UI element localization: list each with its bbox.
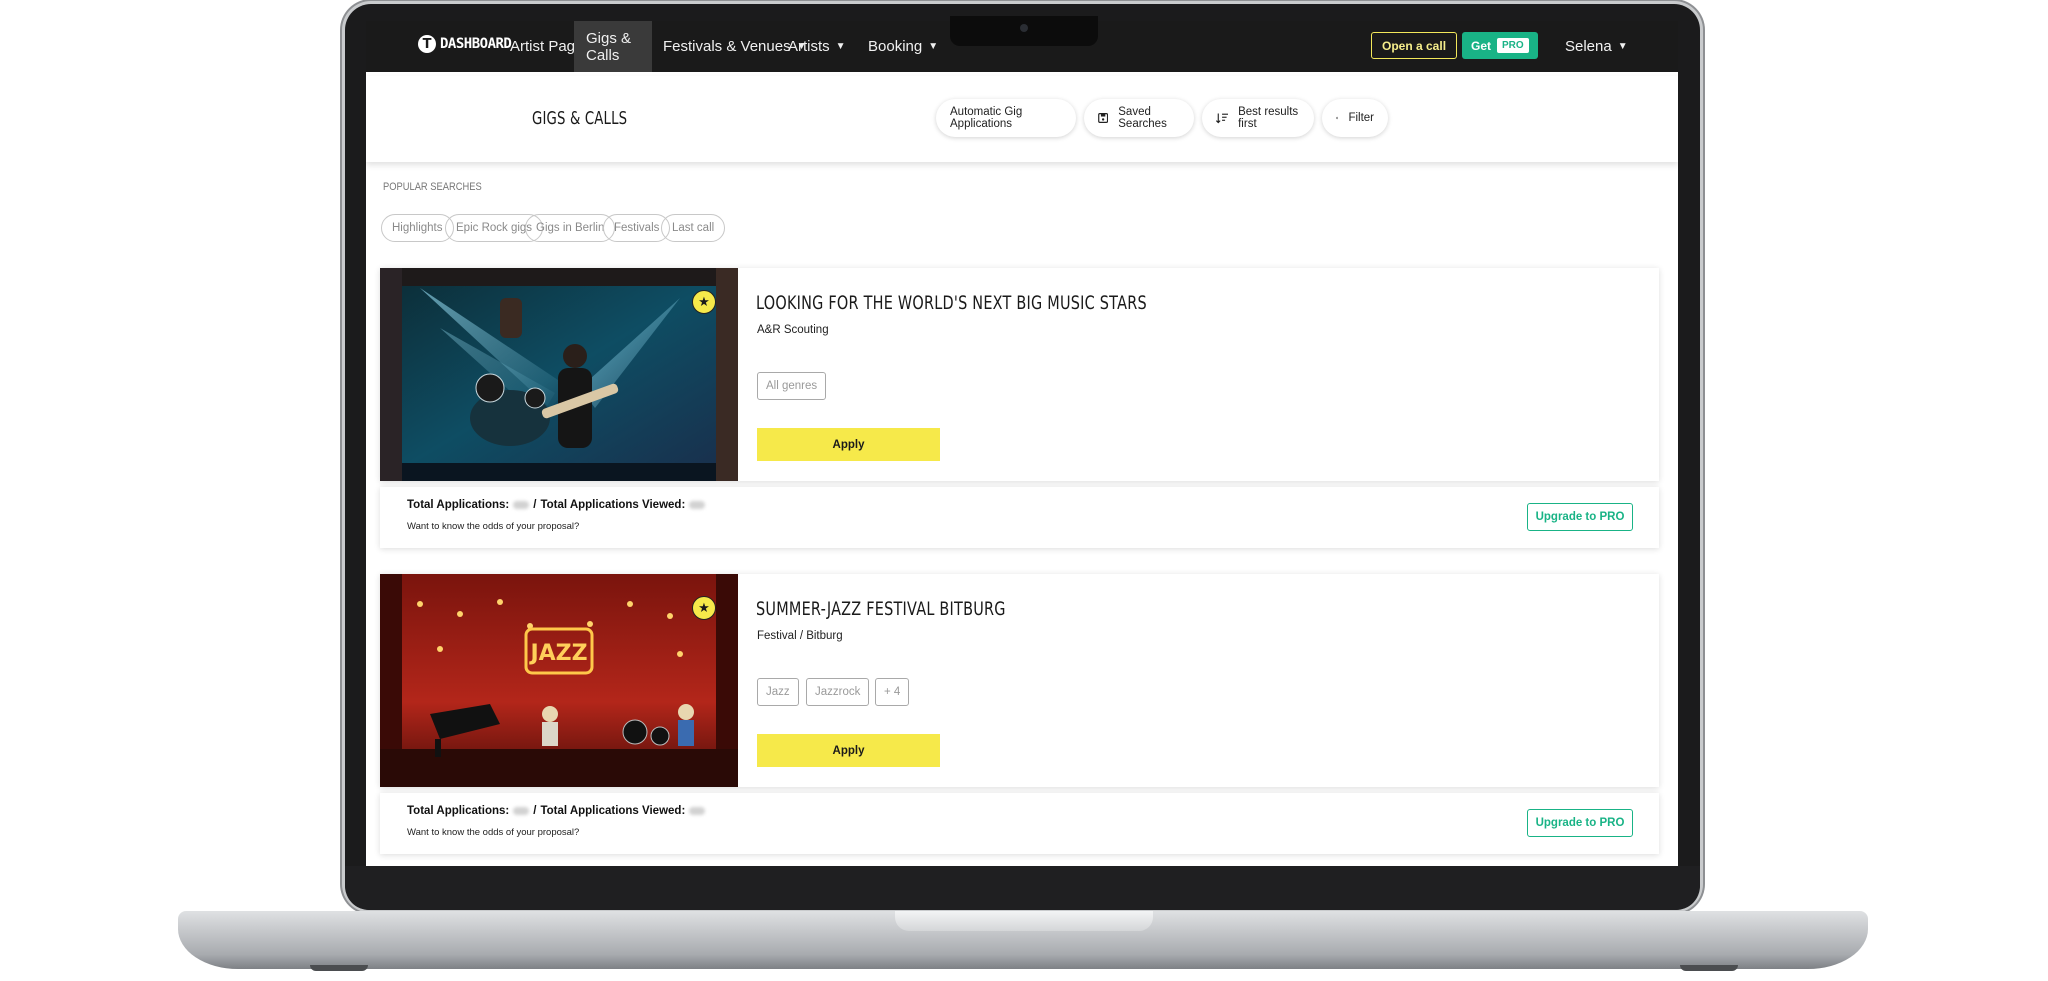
- page-header: GIGS & CALLS Automatic Gig Applications …: [366, 76, 1678, 162]
- stats-separator: /: [533, 805, 537, 817]
- gig-title[interactable]: SUMMER-JAZZ FESTIVAL BITBURG: [756, 598, 1006, 620]
- gig-title[interactable]: LOOKING FOR THE WORLD'S NEXT BIG MUSIC S…: [756, 292, 1147, 314]
- open-call-button[interactable]: Open a call: [1371, 32, 1458, 59]
- genre-tag: Jazz: [757, 678, 799, 706]
- page-title: GIGS & CALLS: [532, 108, 628, 129]
- star-icon[interactable]: ★: [692, 596, 716, 620]
- automatic-gig-applications-button[interactable]: Automatic Gig Applications: [936, 99, 1076, 137]
- stats-line: Total Applications: / Total Applications…: [407, 499, 706, 511]
- hidden-count: [513, 807, 530, 815]
- gig-image-rock: ★: [380, 268, 738, 481]
- laptop-lid-bezel: [345, 866, 1700, 910]
- rock-concert-image: [380, 268, 738, 481]
- chip-last-call[interactable]: Last call: [661, 214, 726, 242]
- gig-card[interactable]: JAZZ ★ SUMMER-JAZZ FESTIVAL BITBURG Fest…: [380, 574, 1659, 787]
- laptop-foot-left: [310, 965, 368, 971]
- odds-prompt: Want to know the odds of your proposal?: [407, 827, 580, 838]
- chip-highlights[interactable]: Highlights: [381, 214, 454, 242]
- saved-searches-button[interactable]: Saved Searches: [1084, 99, 1194, 137]
- camera-notch: [950, 16, 1098, 46]
- button-label: Saved Searches: [1118, 106, 1167, 130]
- stats-line: Total Applications: / Total Applications…: [407, 805, 706, 817]
- apply-button[interactable]: Apply: [757, 428, 940, 461]
- nav-artists[interactable]: Artists ▼: [776, 21, 858, 72]
- logo-icon: T: [418, 35, 436, 53]
- nav-booking[interactable]: Booking ▼: [856, 21, 950, 72]
- total-applications-label: Total Applications:: [407, 499, 510, 511]
- more-genres-tag[interactable]: + 4: [875, 678, 910, 706]
- upgrade-to-pro-button[interactable]: Upgrade to PRO: [1527, 809, 1633, 837]
- button-label: Best results first: [1238, 106, 1299, 130]
- nav-gigs-calls[interactable]: Gigs & Calls: [574, 21, 652, 72]
- total-viewed-label: Total Applications Viewed:: [540, 499, 686, 511]
- gig-subtitle: A&R Scouting: [757, 324, 829, 336]
- filter-button[interactable]: Filter: [1322, 99, 1388, 137]
- get-pro-button[interactable]: Get PRO: [1462, 32, 1538, 59]
- hidden-count: [689, 501, 706, 509]
- user-menu[interactable]: Selena ▼: [1565, 21, 1628, 72]
- jazz-stage-image: JAZZ: [380, 574, 738, 787]
- popular-searches-label: Popular searches: [383, 181, 482, 193]
- camera-icon: [1020, 24, 1028, 32]
- genre-tag: Jazzrock: [806, 678, 870, 706]
- sort-icon: [1216, 113, 1229, 124]
- jazz-sign-text: JAZZ: [528, 641, 587, 666]
- get-label: Get: [1471, 38, 1492, 53]
- nav-label: Artists: [788, 38, 830, 55]
- stats-separator: /: [533, 499, 537, 511]
- nav-label: Artist Page: [510, 38, 584, 55]
- laptop-base-notch: [895, 911, 1153, 931]
- pro-badge: PRO: [1497, 38, 1529, 53]
- apply-button[interactable]: Apply: [757, 734, 940, 767]
- laptop-foot-right: [1680, 965, 1738, 971]
- nav-label: Gigs & Calls: [586, 29, 632, 64]
- odds-prompt: Want to know the odds of your proposal?: [407, 521, 580, 532]
- button-label: Automatic Gig Applications: [950, 106, 1023, 130]
- star-icon[interactable]: ★: [692, 290, 716, 314]
- gig-subtitle: Festival / Bitburg: [757, 630, 843, 642]
- gig-card[interactable]: ★ LOOKING FOR THE WORLD'S NEXT BIG MUSIC…: [380, 268, 1659, 481]
- chip-gigs-in-berlin[interactable]: Gigs in Berlin: [525, 214, 616, 242]
- gig-image-jazz: JAZZ ★: [380, 574, 738, 787]
- hidden-count: [689, 807, 706, 815]
- screen: T DASHBOARD Artist Page Gigs & Calls Fes…: [366, 21, 1678, 866]
- button-label: Filter: [1348, 112, 1374, 124]
- user-name: Selena: [1565, 38, 1612, 55]
- hidden-count: [513, 501, 530, 509]
- application-stats: Total Applications: / Total Applications…: [380, 487, 1659, 548]
- total-applications-label: Total Applications:: [407, 805, 510, 817]
- genre-tag: All genres: [757, 372, 827, 400]
- application-stats: Total Applications: / Total Applications…: [380, 793, 1659, 854]
- sort-best-results-button[interactable]: Best results first: [1202, 99, 1314, 137]
- chevron-down-icon: ▼: [928, 41, 939, 52]
- total-viewed-label: Total Applications Viewed:: [540, 805, 686, 817]
- nav-label: Booking: [868, 38, 923, 55]
- nav-label: Festivals & Venues: [663, 38, 791, 55]
- save-icon: [1098, 113, 1109, 123]
- chevron-down-icon: ▼: [1617, 41, 1628, 52]
- filter-sliders-icon: [1336, 116, 1339, 120]
- chevron-down-icon: ▼: [835, 41, 846, 52]
- upgrade-to-pro-button[interactable]: Upgrade to PRO: [1527, 503, 1633, 531]
